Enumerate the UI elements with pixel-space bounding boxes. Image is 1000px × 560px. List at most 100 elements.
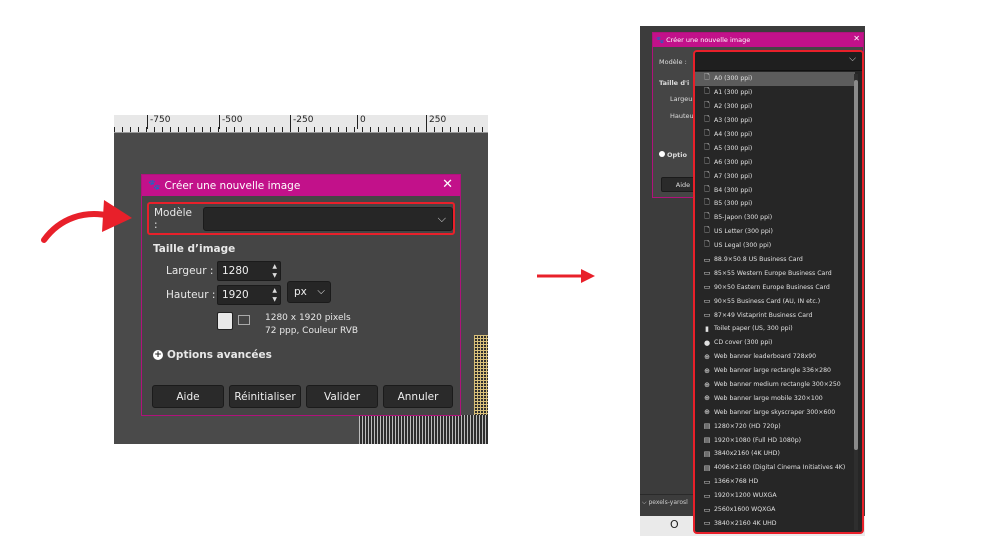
- plus-icon: +: [153, 350, 163, 360]
- document-icon: 🗋: [704, 198, 710, 207]
- template-option[interactable]: ▤ 1920×1080 (Full HD 1080p): [695, 433, 855, 447]
- scrollbar[interactable]: [854, 74, 858, 530]
- template-option[interactable]: ▭ 3840×2160 4K UHD: [695, 517, 855, 531]
- film-icon: ▤: [703, 422, 711, 431]
- chevron-down-icon: ⌵: [849, 54, 856, 64]
- template-option-label: A5 (300 ppi): [714, 144, 753, 152]
- template-option[interactable]: 🗋 A1 (300 ppi): [695, 86, 855, 100]
- template-select[interactable]: ⌵: [695, 52, 862, 71]
- document-icon: 🗋: [704, 240, 710, 249]
- monitor-icon: ▭: [703, 505, 711, 514]
- cd-icon: ●: [703, 338, 711, 347]
- template-label: Modèle :: [154, 206, 192, 231]
- cancel-button[interactable]: Annuler: [383, 385, 453, 408]
- dialog-title: Créer une nouvelle image: [666, 36, 751, 44]
- template-option[interactable]: 🗋 US Legal (300 ppi): [695, 239, 855, 253]
- template-option[interactable]: ▭ 88.9×50.8 US Business Card: [695, 253, 855, 267]
- unit-select[interactable]: px ⌵: [287, 281, 331, 303]
- advanced-options-toggle[interactable]: + Options avancées: [153, 349, 272, 361]
- height-value: 1920: [222, 289, 249, 301]
- image-tab-label: pexels-yarosl: [648, 499, 688, 506]
- template-option[interactable]: ⊕ Web banner medium rectangle 300×250: [695, 378, 855, 392]
- document-icon: 🗋: [704, 73, 710, 82]
- template-option[interactable]: 🗋 A4 (300 ppi): [695, 128, 855, 142]
- template-option[interactable]: 🗋 B4 (300 ppi): [695, 183, 855, 197]
- advanced-options-label: Options avancées: [167, 349, 272, 361]
- template-option[interactable]: ⊕ Web banner leaderboard 728x90: [695, 350, 855, 364]
- height-input[interactable]: 1920 ▲ ▼: [217, 285, 281, 305]
- template-option[interactable]: 🗋 A5 (300 ppi): [695, 141, 855, 155]
- document-icon: 🗋: [704, 170, 710, 179]
- scroll-thumb[interactable]: [854, 80, 858, 450]
- template-option-label: Toilet paper (US, 300 ppi): [714, 325, 793, 333]
- template-option-label: A6 (300 ppi): [714, 158, 753, 166]
- width-label: Largeur :: [166, 265, 214, 277]
- circle-icon: O: [670, 518, 679, 531]
- template-option[interactable]: ▭ 1366×768 HD: [695, 475, 855, 489]
- template-option-label: A2 (300 ppi): [714, 103, 753, 111]
- horizontal-ruler: -750 -500 -250 0 250: [114, 115, 488, 133]
- unit-value: px: [294, 286, 307, 298]
- width-input[interactable]: 1280 ▲ ▼: [217, 261, 281, 281]
- template-option[interactable]: ⊕ Web banner large skyscraper 300×600: [695, 405, 855, 419]
- template-option[interactable]: ▤ 4096×2160 (Digital Cinema Initiatives 4…: [695, 461, 855, 475]
- template-option[interactable]: ▭ 2560x1600 WQXGA: [695, 503, 855, 517]
- document-icon: 🗋: [704, 115, 710, 124]
- height-label: Hauteur :: [166, 289, 216, 301]
- advanced-options-label[interactable]: Optio: [659, 151, 687, 159]
- gimp-wilber-icon: 🐾: [148, 180, 161, 191]
- template-option[interactable]: 🗋 A6 (300 ppi): [695, 155, 855, 169]
- image-size-title: Taille d'i: [659, 79, 690, 87]
- template-option-label: B5-Japon (300 ppi): [714, 214, 773, 222]
- template-option[interactable]: ⊕ Web banner large rectangle 336×280: [695, 364, 855, 378]
- spin-arrows-icon[interactable]: ▲ ▼: [272, 262, 277, 280]
- size-info: 1280 x 1920 pixels: [265, 313, 351, 323]
- template-option[interactable]: ● CD cover (300 ppi): [695, 336, 855, 350]
- template-option[interactable]: ▭ 1920×1200 WUXGA: [695, 489, 855, 503]
- template-option[interactable]: 🗋 B5-Japon (300 ppi): [695, 211, 855, 225]
- dialog-titlebar[interactable]: 🐾 Créer une nouvelle image ✕: [653, 33, 863, 47]
- help-button[interactable]: Aide: [152, 385, 224, 408]
- business-card-icon: ▭: [703, 269, 711, 278]
- template-option[interactable]: ▮ Toilet paper (US, 300 ppi): [695, 322, 855, 336]
- template-dropdown[interactable]: ⌵ 🗋 A0 (300 ppi) 🗋 A1 (300 ppi) 🗋 A2 (300 ppi…: [693, 50, 864, 534]
- portrait-icon[interactable]: [217, 312, 233, 330]
- template-option[interactable]: ▭ 90×50 Eastern Europe Business Card: [695, 280, 855, 294]
- template-option[interactable]: 🗋 A3 (300 ppi): [695, 114, 855, 128]
- template-option[interactable]: 🗋 A2 (300 ppi): [695, 100, 855, 114]
- template-option-label: Web banner large skyscraper 300×600: [714, 408, 836, 416]
- close-icon[interactable]: ✕: [853, 34, 860, 43]
- template-option[interactable]: 🗋 A0 (300 ppi): [695, 72, 855, 86]
- close-icon[interactable]: ✕: [442, 177, 453, 192]
- template-option-label: 88.9×50.8 US Business Card: [714, 256, 803, 264]
- template-option[interactable]: ▭ 85×55 Western Europe Business Card: [695, 266, 855, 280]
- monitor-icon: ▭: [703, 477, 711, 486]
- landscape-icon[interactable]: [238, 315, 250, 325]
- globe-icon: ⊕: [704, 408, 710, 417]
- template-option[interactable]: 🗋 A7 (300 ppi): [695, 169, 855, 183]
- globe-icon: ⊕: [704, 352, 710, 361]
- image-tab[interactable]: ⌵ pexels-yarosl: [640, 494, 694, 511]
- ok-button[interactable]: Valider: [306, 385, 378, 408]
- ruler-ticks: [114, 127, 488, 132]
- template-option-label: A3 (300 ppi): [714, 117, 753, 125]
- template-option[interactable]: 🗋 US Letter (300 ppi): [695, 225, 855, 239]
- template-option-label: A7 (300 ppi): [714, 172, 753, 180]
- template-option[interactable]: 🗋 B5 (300 ppi): [695, 197, 855, 211]
- template-option[interactable]: ⊕ Web banner large mobile 320×100: [695, 391, 855, 405]
- template-select[interactable]: ⌵: [202, 206, 453, 231]
- dialog-titlebar[interactable]: 🐾 Créer une nouvelle image ✕: [142, 175, 460, 196]
- globe-icon: ⊕: [704, 380, 710, 389]
- plus-icon: [659, 151, 665, 157]
- template-option[interactable]: ▤ 3840x2160 (4K UHD): [695, 447, 855, 461]
- template-option-label: Web banner large mobile 320×100: [714, 394, 823, 402]
- template-option[interactable]: ▭ 87×49 Vistaprint Business Card: [695, 308, 855, 322]
- template-option[interactable]: ▤ 1280×720 (HD 720p): [695, 419, 855, 433]
- document-icon: 🗋: [704, 156, 710, 165]
- reset-button[interactable]: Réinitialiser: [229, 385, 301, 408]
- spin-arrows-icon[interactable]: ▲ ▼: [272, 286, 277, 304]
- business-card-icon: ▭: [703, 311, 711, 320]
- template-option-label: 1920×1080 (Full HD 1080p): [714, 436, 802, 444]
- template-option[interactable]: ▭ 90×55 Business Card (AU, IN etc.): [695, 294, 855, 308]
- template-option-label: 3840x2160 (4K UHD): [714, 450, 780, 458]
